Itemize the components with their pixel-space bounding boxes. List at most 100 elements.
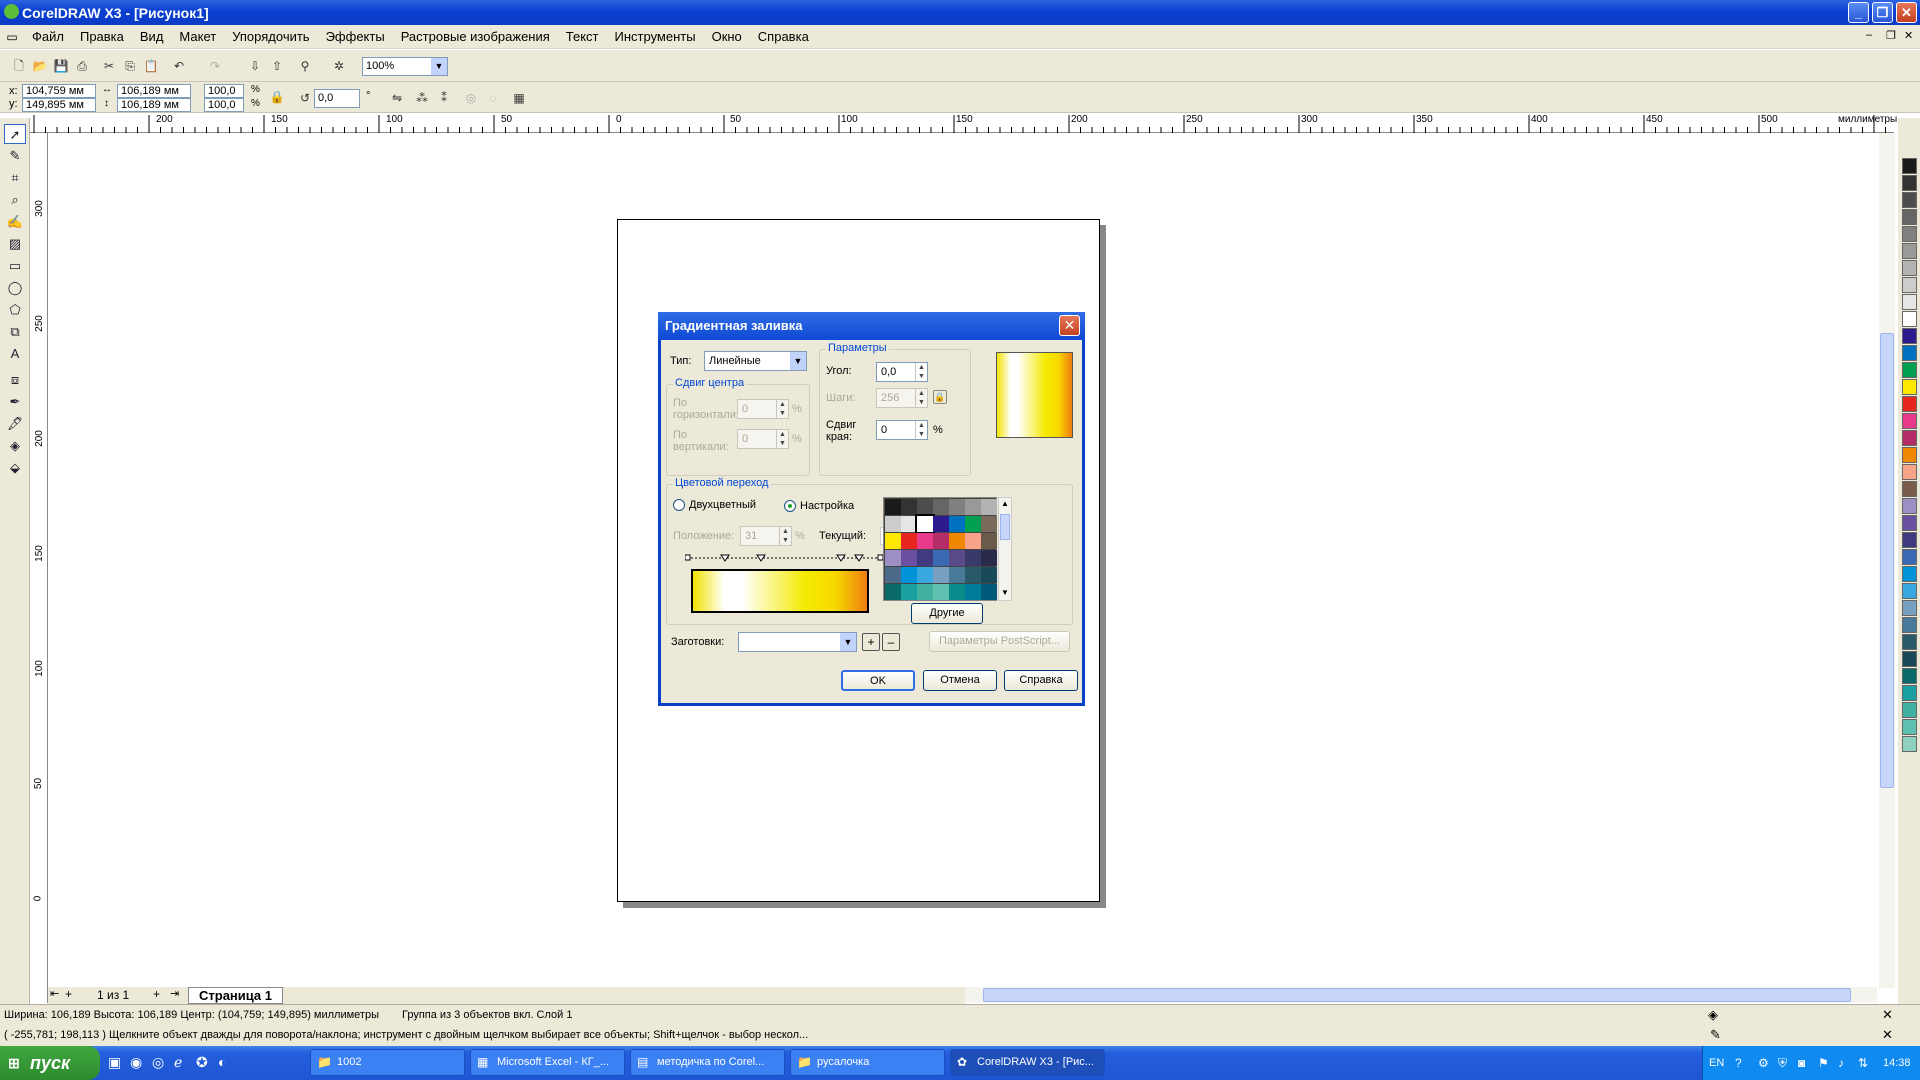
palette-swatch[interactable]: [1902, 583, 1917, 599]
mini-palette-swatch[interactable]: [981, 533, 997, 549]
mini-palette-swatch[interactable]: [885, 533, 901, 549]
mini-palette-swatch[interactable]: [901, 567, 917, 583]
zoom-tool-icon[interactable]: ⌕: [4, 190, 26, 210]
rotate-icon[interactable]: ↺: [296, 89, 314, 107]
palette-swatch[interactable]: [1902, 515, 1917, 531]
start-button[interactable]: ⊞ пуск: [0, 1046, 100, 1080]
mini-palette-swatch[interactable]: [915, 514, 935, 534]
palette-swatch[interactable]: [1902, 277, 1917, 293]
mini-palette-swatch[interactable]: [981, 499, 997, 515]
palette-swatch[interactable]: [1902, 413, 1917, 429]
add-preset-button[interactable]: +: [862, 633, 880, 651]
add-page-after-icon[interactable]: +: [153, 987, 160, 1001]
edge-pad-field[interactable]: 0 ▲ ▼: [876, 420, 928, 440]
palette-swatch[interactable]: [1902, 685, 1917, 701]
mini-palette-swatch[interactable]: [949, 584, 965, 600]
mini-palette-swatch[interactable]: [917, 499, 933, 515]
tray-icon[interactable]: ⚙: [1758, 1046, 1769, 1080]
palette-swatch[interactable]: [1902, 600, 1917, 616]
horizontal-scrollbar[interactable]: [965, 987, 1877, 1003]
task-excel[interactable]: ▦ Microsoft Excel - КГ_...: [470, 1049, 625, 1076]
angle-field[interactable]: 0,0: [314, 89, 360, 108]
tray-icon[interactable]: ⛨: [1778, 1046, 1787, 1080]
palette-scrollbar[interactable]: ▲ ▼: [998, 497, 1012, 601]
task-folder-rusalochka[interactable]: 📁 русалочка: [790, 1049, 945, 1076]
mini-palette-swatch[interactable]: [917, 584, 933, 600]
mini-palette-swatch[interactable]: [933, 567, 949, 583]
mini-palette-swatch[interactable]: [885, 516, 901, 532]
height-field[interactable]: 106,189 мм: [117, 98, 191, 112]
mini-palette-swatch[interactable]: [965, 533, 981, 549]
menu-text[interactable]: Текст: [558, 29, 607, 44]
pick-tool-icon[interactable]: ➚: [4, 124, 26, 144]
chevron-up-icon[interactable]: ▲: [1001, 499, 1009, 508]
menu-layout[interactable]: Макет: [171, 29, 224, 44]
mini-palette-swatch[interactable]: [885, 499, 901, 515]
menu-help[interactable]: Справка: [750, 29, 817, 44]
palette-swatch[interactable]: [1902, 209, 1917, 225]
mini-palette-swatch[interactable]: [965, 567, 981, 583]
group-icon[interactable]: ⁂: [413, 89, 431, 107]
palette-swatch[interactable]: [1902, 566, 1917, 582]
gradient-blend-bar[interactable]: [691, 569, 869, 613]
quicklaunch-icon[interactable]: ✪: [196, 1054, 208, 1071]
scroll-thumb[interactable]: [1000, 514, 1010, 540]
x-field[interactable]: 104,759 мм: [22, 84, 96, 98]
mini-palette-swatch[interactable]: [933, 516, 949, 532]
menu-file[interactable]: Файл: [24, 29, 72, 44]
combine-icon[interactable]: ◎: [462, 89, 480, 107]
ellipse-tool-icon[interactable]: ◯: [4, 278, 26, 298]
mini-palette-swatch[interactable]: [965, 499, 981, 515]
help-button[interactable]: Справка: [1004, 670, 1078, 691]
palette-swatch[interactable]: [1902, 396, 1917, 412]
steps-field[interactable]: 256 ▲ ▼: [876, 388, 928, 408]
fill-tool-icon[interactable]: ◈: [4, 436, 26, 456]
open-icon[interactable]: 📂: [31, 57, 49, 75]
scale-x-field[interactable]: 100,0: [204, 84, 244, 98]
palette-swatch[interactable]: [1902, 702, 1917, 718]
add-page-icon[interactable]: +: [65, 987, 72, 1001]
spin-arrows-icon[interactable]: ▲ ▼: [776, 430, 788, 448]
two-color-radio[interactable]: [673, 499, 685, 511]
language-indicator[interactable]: EN: [1709, 1046, 1724, 1080]
presets-select[interactable]: ▼: [738, 632, 857, 652]
mini-palette-swatch[interactable]: [917, 533, 933, 549]
task-word[interactable]: ▤ методичка по Corel...: [630, 1049, 785, 1076]
interactive-blend-icon[interactable]: ⧈: [4, 370, 26, 390]
mini-palette-swatch[interactable]: [901, 550, 917, 566]
width-field[interactable]: 106,189 мм: [117, 84, 191, 98]
mini-palette-swatch[interactable]: [901, 533, 917, 549]
palette-swatch[interactable]: [1902, 192, 1917, 208]
network-icon[interactable]: ⇅: [1858, 1046, 1868, 1080]
ungroup-icon[interactable]: ⁑: [435, 89, 453, 107]
vertical-scrollbar[interactable]: [1879, 133, 1895, 988]
menu-tools[interactable]: Инструменты: [607, 29, 704, 44]
quicklaunch-icon[interactable]: ▣: [108, 1054, 121, 1071]
scale-y-field[interactable]: 100,0: [204, 98, 244, 112]
palette-swatch[interactable]: [1902, 362, 1917, 378]
mini-palette-swatch[interactable]: [885, 567, 901, 583]
chevron-down-icon[interactable]: ▼: [1001, 588, 1009, 597]
welcome-icon[interactable]: ✲: [330, 57, 348, 75]
mini-palette-swatch[interactable]: [933, 550, 949, 566]
eyedropper-icon[interactable]: ✒: [4, 392, 26, 412]
mini-palette-swatch[interactable]: [933, 584, 949, 600]
task-coreldraw[interactable]: ✿ CorelDRAW X3 - [Рис...: [950, 1049, 1105, 1076]
mini-palette-swatch[interactable]: [885, 550, 901, 566]
menu-edit[interactable]: Правка: [72, 29, 132, 44]
mini-palette-swatch[interactable]: [901, 516, 917, 532]
paste-icon[interactable]: 📋: [142, 57, 160, 75]
undo-icon[interactable]: ↶: [170, 57, 188, 75]
maximize-button[interactable]: ❐: [1872, 2, 1893, 23]
last-page-icon[interactable]: ⇥: [170, 987, 179, 1000]
others-button[interactable]: Другие: [911, 603, 983, 624]
export-icon[interactable]: ⇧: [268, 57, 286, 75]
quicklaunch-icon[interactable]: ◐: [218, 1054, 226, 1070]
dialog-close-button[interactable]: ✕: [1059, 315, 1080, 336]
zoom-select[interactable]: 100% ▼: [362, 57, 448, 76]
palette-swatch[interactable]: [1902, 549, 1917, 565]
crop-tool-icon[interactable]: ⌗: [4, 168, 26, 188]
mini-palette-swatch[interactable]: [965, 584, 981, 600]
minimize-button[interactable]: _: [1848, 2, 1869, 23]
remove-preset-button[interactable]: –: [882, 633, 900, 651]
